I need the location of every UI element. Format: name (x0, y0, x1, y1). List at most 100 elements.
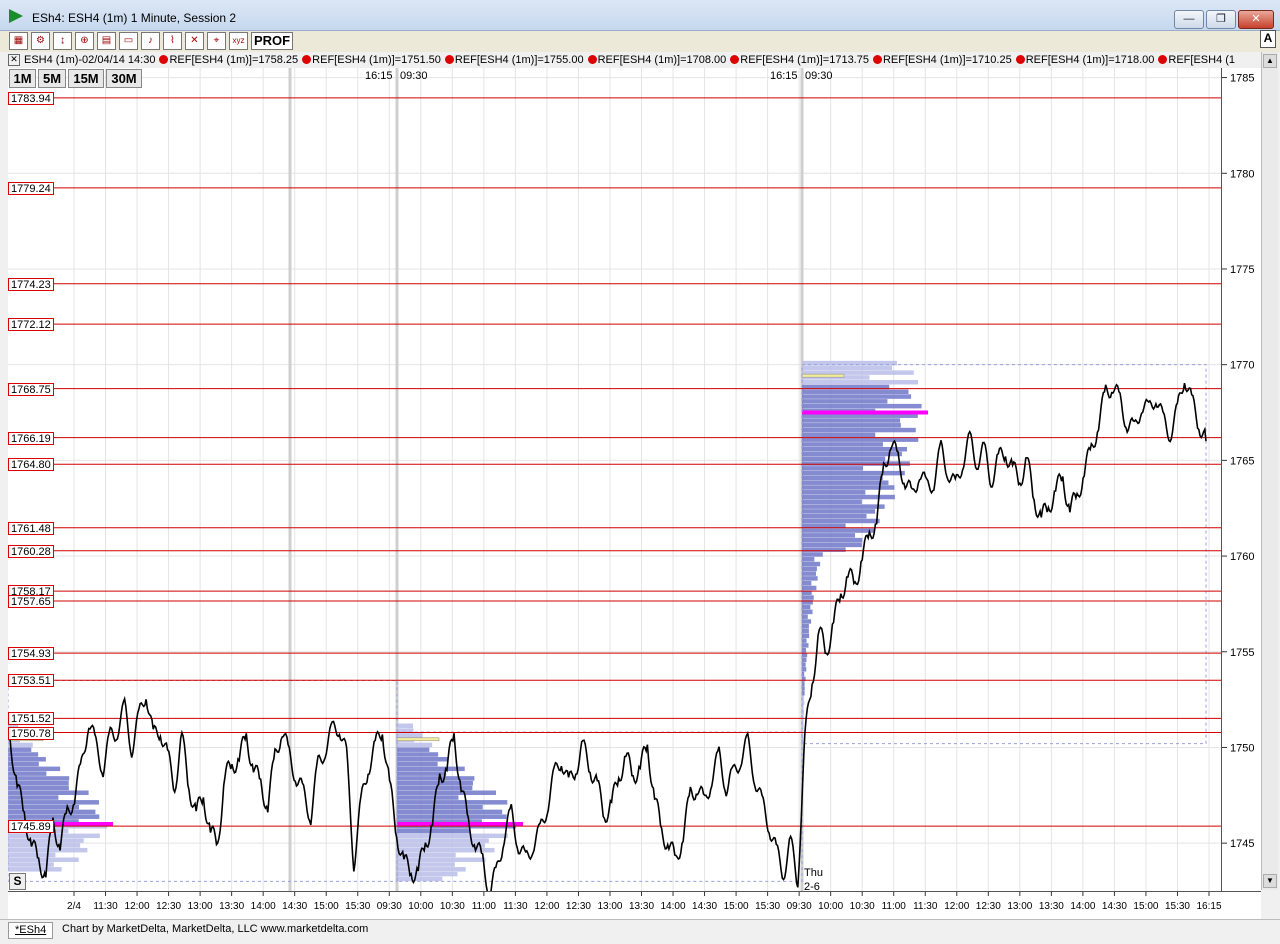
time-tick-label: 09:30 (787, 901, 812, 912)
profile-bar (802, 576, 818, 581)
profile-bar (802, 466, 863, 471)
level-label[interactable]: 1754.93 (8, 647, 54, 661)
profile-bar (397, 761, 438, 767)
poc-line (397, 822, 523, 827)
level-label[interactable]: 1751.52 (8, 712, 54, 726)
profile-bar (802, 427, 916, 433)
profile-bar (802, 504, 885, 509)
timeframe-15m-button[interactable]: 15M (68, 69, 104, 88)
line-chart-icon[interactable]: ▭ (119, 32, 138, 50)
level-label[interactable]: 1761.48 (8, 521, 54, 535)
indicator-icon[interactable]: ⌇ (163, 32, 182, 50)
profile-button[interactable]: PROF (251, 32, 293, 50)
level-label[interactable]: 1779.24 (8, 181, 54, 195)
price-scale[interactable]: 1745 1750 1755 1760 1765 1770 1775 1780 1785 (1221, 68, 1262, 891)
time-tick-label: 12:30 (156, 901, 181, 912)
bell-icon[interactable]: ♪ (141, 32, 160, 50)
level-label[interactable]: 1753.51 (8, 674, 54, 688)
profile-bar (397, 814, 507, 819)
level-label[interactable]: 1783.94 (8, 91, 54, 105)
day-label-line1: Thu (804, 867, 823, 879)
time-tick-label: 10:00 (408, 901, 433, 912)
profile-bar (397, 867, 466, 872)
time-tick-label: 12:00 (944, 901, 969, 912)
draw-tool-icon[interactable]: ✕ (185, 32, 204, 50)
ref-label[interactable]: REF[ESH4 (1m)]=1710.25 (883, 54, 1012, 66)
ref-label[interactable]: REF[ESH4 (1m)]=1758.25 (169, 54, 298, 66)
profile-bar (802, 647, 807, 653)
level-label[interactable]: 1774.23 (8, 277, 54, 291)
restore-button[interactable]: ❐ (1206, 10, 1236, 29)
time-tick-label: 11:30 (503, 901, 528, 912)
crosshair-icon[interactable]: ⌖ (207, 32, 226, 50)
time-tick-label: 14:00 (251, 901, 276, 912)
profile-bar (397, 776, 475, 781)
profile-bar (802, 557, 815, 562)
level-label[interactable]: 1760.28 (8, 544, 54, 558)
time-tick-label: 11:30 (93, 901, 118, 912)
profile-bar (802, 518, 880, 524)
a-button[interactable]: A (1260, 30, 1276, 48)
chart-tab[interactable]: *ESh4 (8, 922, 54, 939)
profile-bar (802, 561, 821, 567)
price-chart[interactable] (8, 68, 1221, 891)
profile-bar (802, 566, 817, 572)
ref-label[interactable]: REF[ESH4 (1m)]=1751.50 (312, 54, 441, 66)
xyz-icon[interactable]: xyz (229, 32, 248, 50)
ref-dot-icon (159, 55, 169, 64)
profile-bar (8, 809, 96, 815)
level-label[interactable]: 1745.89 (8, 820, 54, 834)
ref-label[interactable]: REF[ESH4 (1m)]=1755.00 (455, 54, 584, 66)
level-label[interactable]: 1772.12 (8, 318, 54, 332)
timeframe-5m-button[interactable]: 5M (38, 69, 66, 88)
profile-bar (397, 800, 508, 805)
profile-bar (802, 499, 862, 505)
profile-bar (802, 533, 856, 538)
time-tick-label: 14:00 (1070, 901, 1095, 912)
close-button[interactable]: ✕ (1238, 10, 1274, 29)
profile-bar (802, 423, 901, 428)
minimize-button[interactable]: — (1174, 10, 1204, 29)
vertical-scrollbar[interactable]: ▲ ▼ (1261, 52, 1278, 890)
profile-bar (397, 838, 489, 843)
scale-tick-label: 1745 (1230, 838, 1254, 850)
profile-bar (802, 628, 809, 634)
level-label[interactable]: 1764.80 (8, 458, 54, 472)
timeframe-1m-button[interactable]: 1M (9, 69, 36, 88)
profile-bar (397, 733, 423, 738)
level-label[interactable]: 1768.75 (8, 382, 54, 396)
ref-label[interactable]: REF[ESH4 (1m)]=1721. (1168, 54, 1235, 66)
profile-bar (802, 456, 886, 462)
time-tick-label: 2/4 (67, 901, 81, 912)
scroll-up-icon[interactable]: ▲ (1263, 54, 1277, 68)
timeframe-30m-button[interactable]: 30M (106, 69, 142, 88)
chart-area[interactable] (8, 68, 1221, 891)
bar-chart-icon[interactable]: ▦ (9, 32, 28, 50)
ref-label[interactable]: REF[ESH4 (1m)]=1718.00 (1026, 54, 1155, 66)
scale-tick-label: 1760 (1230, 551, 1254, 563)
profile-bar (397, 804, 483, 810)
zoom-icon[interactable]: ⊕ (75, 32, 94, 50)
settings-icon[interactable]: ⚙ (31, 32, 50, 50)
profile-bar (397, 871, 458, 877)
profile-bar (802, 399, 888, 404)
profile-bar (802, 633, 810, 639)
time-tick-label: 13:30 (1039, 901, 1064, 912)
ref-label[interactable]: REF[ESH4 (1m)]=1713.75 (740, 54, 869, 66)
candle-icon[interactable]: ↨ (53, 32, 72, 50)
data-table-icon[interactable]: ▤ (97, 32, 116, 50)
scroll-down-icon[interactable]: ▼ (1263, 874, 1277, 888)
time-tick-label: 15:30 (1165, 901, 1190, 912)
ref-label[interactable]: REF[ESH4 (1m)]=1708.00 (598, 54, 727, 66)
profile-bar (802, 657, 807, 662)
profile-bar (397, 876, 443, 882)
profile-bar (397, 862, 455, 867)
level-label[interactable]: 1766.19 (8, 431, 54, 445)
level-label[interactable]: 1750.78 (8, 726, 54, 740)
profile-bar (802, 509, 876, 514)
level-label[interactable]: 1757.65 (8, 595, 54, 609)
s-button[interactable]: S (9, 873, 26, 890)
close-ref-icon[interactable]: ✕ (8, 54, 20, 67)
symbol-label: ESH4 (1m)-02/04/14 14:30 (24, 54, 156, 66)
profile-bar (802, 609, 813, 615)
